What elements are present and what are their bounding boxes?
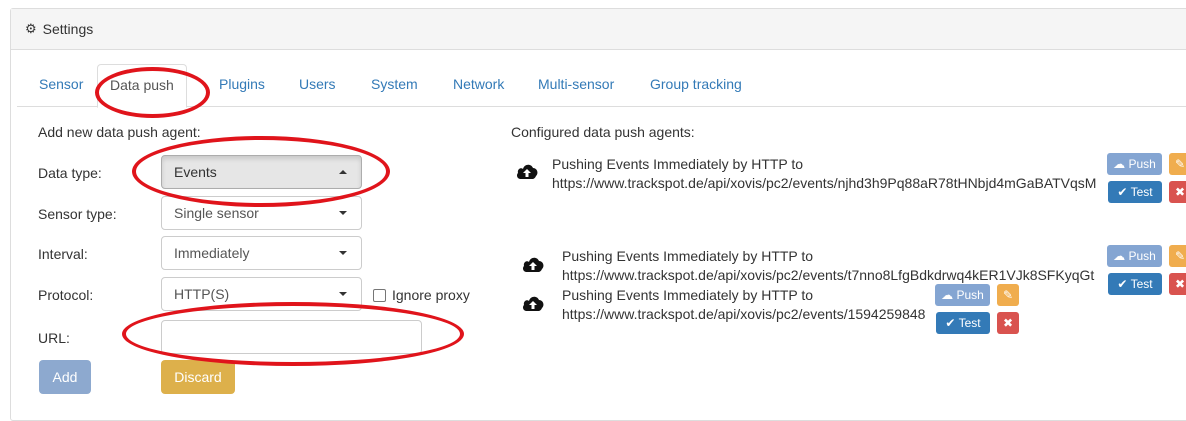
edit-icon: ✎: [1174, 157, 1186, 171]
agent-2-delete-button[interactable]: ✖: [1169, 273, 1186, 295]
edit-icon: ✎: [1174, 249, 1186, 263]
caret-down-icon: [339, 251, 347, 255]
protocol-value: HTTP(S): [174, 286, 230, 302]
agent-3-description: Pushing Events Immediately by HTTP to: [562, 287, 814, 303]
url-input[interactable]: [161, 320, 422, 354]
data-type-label: Data type:: [38, 165, 102, 181]
panel-header: ⚙ Settings: [11, 9, 1186, 50]
protocol-label: Protocol:: [38, 287, 94, 303]
sensor-type-label: Sensor type:: [38, 206, 117, 222]
agent-3-edit-button[interactable]: ✎: [997, 284, 1019, 306]
edit-icon: ✎: [1002, 288, 1014, 302]
configured-title: Configured data push agents:: [511, 124, 695, 140]
agent-3-url: https://www.trackspot.de/api/xovis/pc2/e…: [562, 306, 926, 322]
agent-1-url: https://www.trackspot.de/api/xovis/pc2/e…: [552, 175, 1097, 191]
url-label: URL:: [38, 330, 70, 346]
agent-3-test-button[interactable]: ✔ Test: [936, 312, 990, 334]
agent-1-description: Pushing Events Immediately by HTTP to: [552, 156, 804, 172]
caret-down-icon: [339, 292, 347, 296]
sensor-type-value: Single sensor: [174, 205, 259, 221]
agent-1-push-button[interactable]: ☁ Push: [1107, 153, 1162, 175]
cloud-upload-icon: [523, 257, 544, 272]
agent-1-edit-button[interactable]: ✎: [1169, 153, 1186, 175]
tab-sensor[interactable]: Sensor: [27, 64, 95, 105]
tab-bar: Sensor Data push Plugins Users System Ne…: [17, 64, 1186, 108]
tab-system[interactable]: System: [359, 64, 430, 105]
discard-button[interactable]: Discard: [161, 360, 235, 394]
data-type-value: Events: [174, 164, 217, 180]
interval-value: Immediately: [174, 245, 250, 261]
add-button[interactable]: Add: [39, 360, 91, 394]
tab-multi-sensor[interactable]: Multi-sensor: [526, 64, 626, 105]
agent-3-delete-button[interactable]: ✖: [997, 312, 1019, 334]
caret-down-icon: [339, 211, 347, 215]
agent-3-push-button[interactable]: ☁ Push: [935, 284, 990, 306]
gears-icon: ⚙: [25, 21, 37, 36]
tab-network[interactable]: Network: [441, 64, 516, 105]
cloud-icon: ☁: [1113, 157, 1129, 171]
agent-2-url: https://www.trackspot.de/api/xovis/pc2/e…: [562, 267, 1095, 283]
agent-2-edit-button[interactable]: ✎: [1169, 245, 1186, 267]
delete-icon: ✖: [1002, 316, 1014, 330]
check-icon: ✔: [1117, 277, 1131, 291]
check-icon: ✔: [1117, 185, 1131, 199]
protocol-select[interactable]: HTTP(S): [161, 277, 362, 311]
tab-plugins[interactable]: Plugins: [207, 64, 277, 105]
interval-select[interactable]: Immediately: [161, 236, 362, 270]
delete-icon: ✖: [1174, 185, 1186, 199]
tab-users[interactable]: Users: [287, 64, 348, 105]
cloud-upload-icon: [523, 296, 544, 311]
check-icon: ✔: [945, 316, 959, 330]
agent-2-test-button[interactable]: ✔ Test: [1108, 273, 1162, 295]
interval-label: Interval:: [38, 246, 88, 262]
agent-2-push-button[interactable]: ☁ Push: [1107, 245, 1162, 267]
ignore-proxy-label: Ignore proxy: [392, 287, 470, 303]
tab-data-push[interactable]: Data push: [97, 64, 187, 108]
form-title: Add new data push agent:: [38, 124, 201, 140]
ignore-proxy-checkbox[interactable]: [373, 289, 386, 302]
delete-icon: ✖: [1174, 277, 1186, 291]
tab-group-tracking[interactable]: Group tracking: [638, 64, 754, 105]
cloud-icon: ☁: [941, 288, 957, 302]
agent-1-delete-button[interactable]: ✖: [1169, 181, 1186, 203]
caret-up-icon: [339, 170, 347, 174]
cloud-icon: ☁: [1113, 249, 1129, 263]
sensor-type-select[interactable]: Single sensor: [161, 196, 362, 230]
data-type-select[interactable]: Events: [161, 155, 362, 189]
agent-2-description: Pushing Events Immediately by HTTP to: [562, 248, 814, 264]
agent-1-test-button[interactable]: ✔ Test: [1108, 181, 1162, 203]
panel-title: Settings: [42, 21, 94, 37]
cloud-upload-icon: [517, 164, 538, 179]
